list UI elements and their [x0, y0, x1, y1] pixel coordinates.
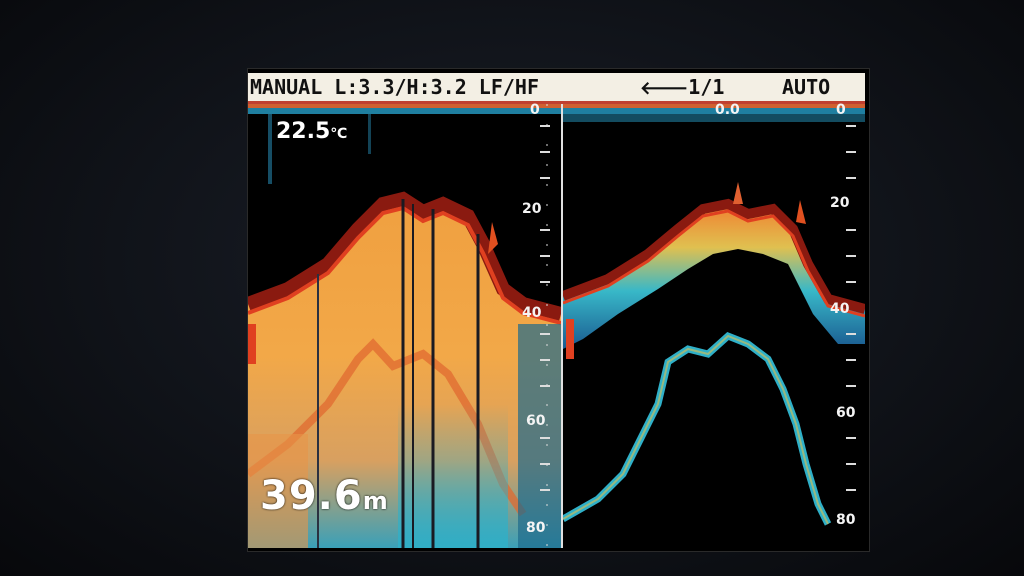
hf-fish-mark	[796, 200, 806, 224]
lf-scale-label-60: 60	[526, 413, 546, 429]
status-bar: MANUAL L:3.3/H:3.2 LF/HF 🡐1/1 AUTO	[248, 73, 865, 101]
lf-right-dark	[518, 324, 561, 548]
hf-fish-mark-2	[733, 182, 743, 204]
hf-scale-label-20: 20	[830, 195, 850, 211]
lf-blue-region	[398, 404, 508, 548]
hf-top-label: 0.0	[715, 102, 740, 118]
lf-fish-mark	[488, 222, 498, 254]
auto-mode-label[interactable]: AUTO	[782, 73, 830, 101]
surface-line	[248, 104, 865, 108]
lf-scale-label-20: 20	[522, 201, 542, 217]
hf-scale-label-60: 60	[836, 405, 856, 421]
depth-value: 39.6	[260, 473, 363, 519]
mode-label: MANUAL L:3.3/H:3.2 LF/HF	[250, 75, 539, 99]
page-indicator[interactable]: 🡐1/1	[640, 73, 724, 103]
hf-scale-label-80: 80	[836, 512, 856, 528]
lf-scale-label-40: 40	[522, 305, 542, 321]
arrow-left-icon: 🡐	[640, 78, 689, 99]
depth-unit: m	[362, 487, 389, 515]
temperature-unit: ℃	[330, 126, 348, 142]
hf-second-echo	[561, 331, 832, 526]
temperature-readout: 22.5℃	[276, 119, 347, 144]
lf-color-marker	[248, 324, 256, 364]
panel-divider	[561, 104, 563, 548]
sounder-screen: MANUAL L:3.3/H:3.2 LF/HF 🡐1/1 AUTO 22.5℃…	[247, 68, 870, 552]
hf-scale-label-0: 0	[836, 102, 846, 118]
lf-scale-label-80: 80	[526, 520, 546, 536]
temperature-value: 22.5	[276, 119, 331, 144]
lf-scale-label-0: 0	[530, 102, 540, 118]
hf-color-marker	[566, 319, 574, 359]
hf-panel	[561, 114, 865, 526]
brand-logo	[240, 0, 400, 18]
hf-scale-label-40: 40	[830, 301, 850, 317]
page-number: 1/1	[688, 75, 725, 99]
depth-readout: 39.6m	[260, 473, 389, 519]
